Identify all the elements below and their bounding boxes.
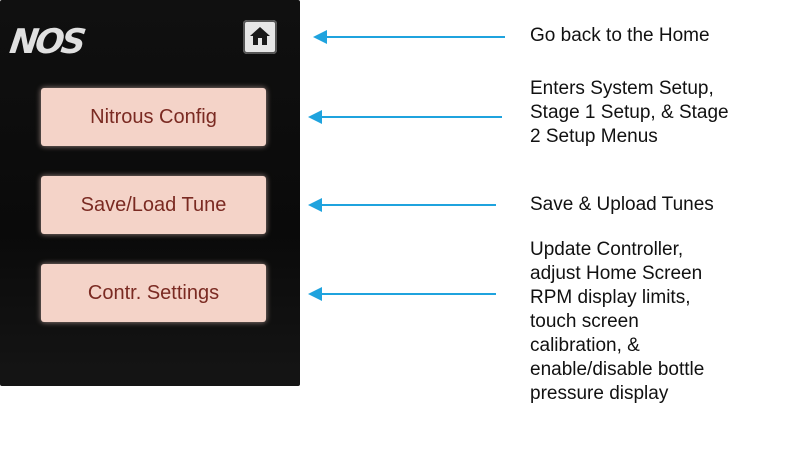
- arrow-tune: [308, 198, 496, 212]
- desc-line: Save & Upload Tunes: [530, 194, 714, 215]
- desc-settings: Update Controller, adjust Home Screen RP…: [530, 238, 800, 406]
- desc-line: Enters System Setup,: [530, 78, 714, 99]
- logo-text: NOS: [7, 22, 86, 62]
- device-screen: NOS Nitrous Config Save/Load Tune Contr.…: [0, 0, 300, 386]
- desc-line: 2 Setup Menus: [530, 126, 658, 147]
- desc-nitrous: Enters System Setup, Stage 1 Setup, & St…: [530, 77, 809, 149]
- nitrous-config-button[interactable]: Nitrous Config: [41, 88, 266, 146]
- desc-line: pressure display: [530, 383, 669, 404]
- desc-line: Go back to the Home: [530, 25, 710, 46]
- save-load-tune-button[interactable]: Save/Load Tune: [41, 176, 266, 234]
- desc-line: Stage 1 Setup, & Stage: [530, 102, 729, 123]
- desc-line: enable/disable bottle: [530, 359, 705, 380]
- desc-line: touch screen: [530, 311, 639, 332]
- desc-line: RPM display limits,: [530, 287, 691, 308]
- arrow-nitrous: [308, 110, 502, 124]
- contr-settings-button[interactable]: Contr. Settings: [41, 264, 266, 322]
- desc-line: calibration, &: [530, 335, 640, 356]
- desc-tune: Save & Upload Tunes: [530, 193, 714, 217]
- home-icon: [250, 27, 270, 45]
- nos-logo: NOS: [7, 20, 120, 68]
- home-button[interactable]: [243, 20, 277, 54]
- desc-line: Update Controller,: [530, 239, 684, 260]
- desc-line: adjust Home Screen: [530, 263, 703, 284]
- arrow-home: [313, 30, 505, 44]
- desc-home: Go back to the Home: [530, 24, 710, 48]
- arrow-settings: [308, 287, 496, 301]
